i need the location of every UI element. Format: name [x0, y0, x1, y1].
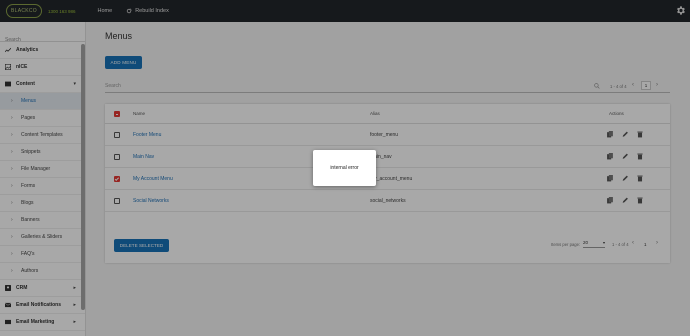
error-message: internal error: [330, 165, 359, 171]
error-dialog: internal error: [313, 150, 376, 186]
